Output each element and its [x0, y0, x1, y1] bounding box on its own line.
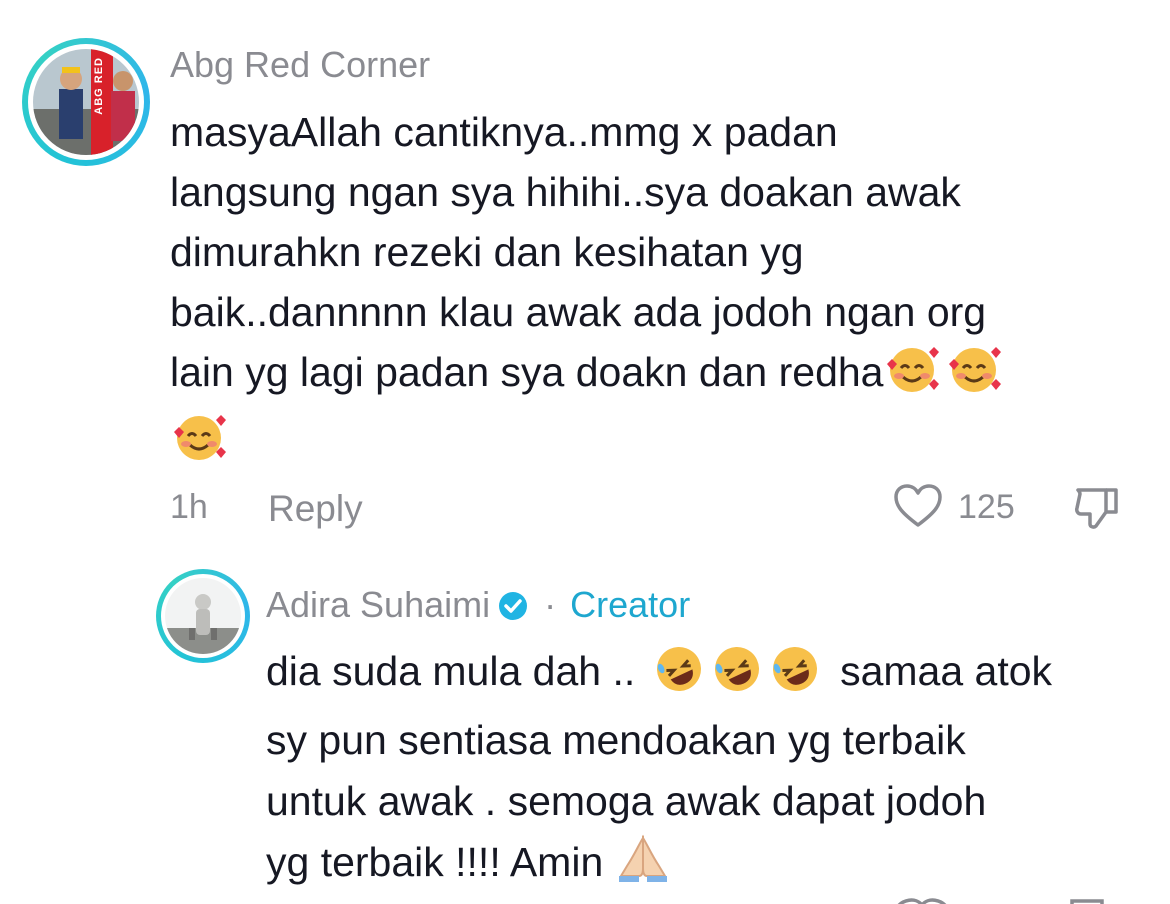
- reply-line: dia suda mula dah .. samaa atok: [266, 641, 1156, 710]
- comment-text: masyaAllah cantiknya..mmg x padan langsu…: [170, 102, 1160, 478]
- reply-username-row: Adira Suhaimi · Creator: [266, 587, 690, 627]
- reply-line-end: samaa atok: [840, 648, 1053, 694]
- comment-line: baik..dannnnn klau awak ada jodoh ngan o…: [170, 289, 987, 335]
- avatar-banner-text: ABG RED: [93, 57, 105, 115]
- comment-line: dimurahkn rezeki dan kesihatan yg: [170, 229, 804, 275]
- comment-line: [170, 410, 1160, 478]
- avatar-photo: [33, 49, 139, 155]
- comment-line-text: lain yg lagi padan sya doakn dan redha: [170, 349, 884, 395]
- comment-line: masyaAllah cantiknya..mmg x padan: [170, 109, 838, 155]
- smiling-face-with-hearts-emoji: [170, 412, 228, 478]
- folded-hands-emoji: [613, 832, 673, 901]
- comment-line: langsung ngan sya hihihi..sya doakan awa…: [170, 169, 961, 215]
- reply-username[interactable]: Adira Suhaimi: [266, 584, 490, 625]
- reply-line: sy pun sentiasa mendoakan yg terbaik: [266, 717, 966, 763]
- reply-actions-partial: [892, 894, 1132, 904]
- heart-icon: [894, 484, 942, 527]
- reply-line-start: dia suda mula dah ..: [266, 648, 636, 694]
- smiling-face-with-hearts-emoji: [945, 344, 1003, 410]
- rofl-emoji: [711, 643, 763, 710]
- like-button[interactable]: [892, 482, 944, 530]
- commenter-avatar[interactable]: ABG RED: [22, 38, 150, 166]
- rofl-emoji: [769, 643, 821, 710]
- heart-icon: [897, 898, 1104, 904]
- comment-timestamp: 1h: [170, 488, 208, 526]
- comment-line: lain yg lagi padan sya doakn dan redha: [170, 342, 1160, 410]
- dislike-button[interactable]: [1072, 482, 1124, 532]
- commenter-username[interactable]: Abg Red Corner: [170, 47, 430, 83]
- avatar-photo: [165, 578, 241, 654]
- dislike-icon: [1075, 488, 1118, 529]
- rofl-emoji: [653, 643, 705, 710]
- username-separator: ·: [544, 584, 557, 625]
- smiling-face-with-hearts-emoji: [883, 344, 941, 410]
- reply-avatar[interactable]: [156, 569, 250, 663]
- reply-line: yg terbaik !!!! Amin: [266, 832, 1156, 901]
- like-count: 125: [958, 488, 1015, 526]
- verified-badge-icon: [498, 591, 528, 627]
- reply-line: untuk awak . semoga awak dapat jodoh: [266, 778, 987, 824]
- creator-badge: Creator: [570, 584, 691, 625]
- reply-line-text: yg terbaik !!!! Amin: [266, 839, 604, 885]
- reply-text: dia suda mula dah .. samaa atok sy pun s…: [266, 641, 1156, 901]
- reply-button[interactable]: Reply: [268, 490, 363, 527]
